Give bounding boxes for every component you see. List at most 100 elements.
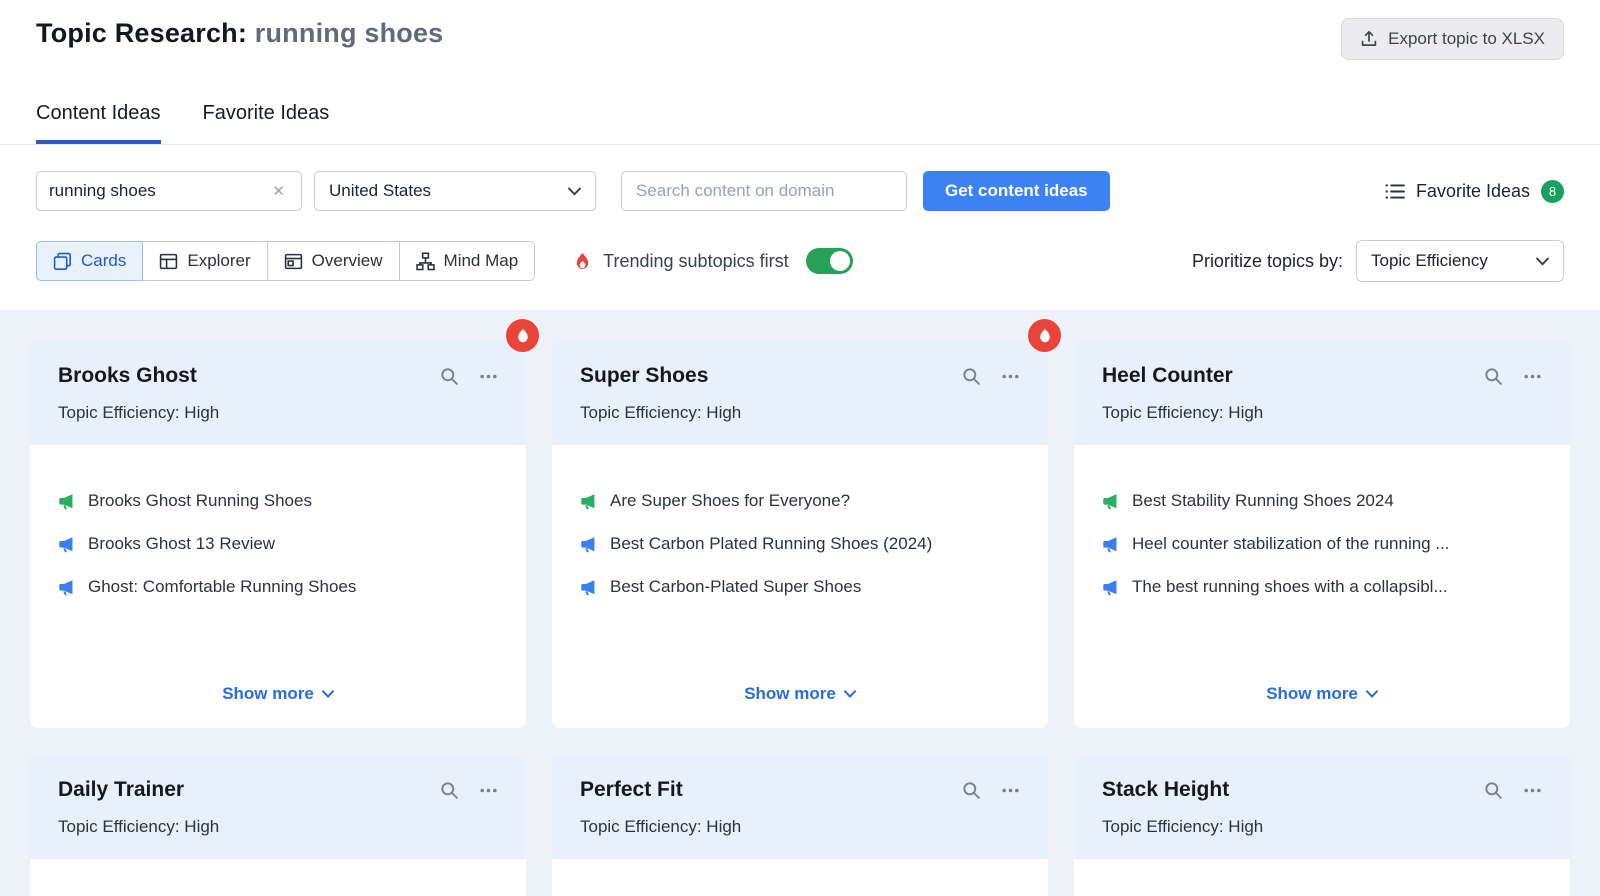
view-overview-label: Overview (311, 251, 383, 270)
idea-text: Ghost: Comfortable Running Shoes (88, 577, 357, 596)
card-more-icon[interactable] (479, 781, 498, 800)
card-body: Are Super Shoes for Everyone? Best Carbo… (552, 445, 1048, 728)
card-more-icon[interactable] (1001, 367, 1020, 386)
card-efficiency: Topic Efficiency: High (58, 403, 220, 422)
idea-item[interactable]: Brooks Ghost Running Shoes (58, 491, 498, 511)
card-efficiency: Topic Efficiency: High (580, 817, 742, 836)
flame-icon (576, 252, 589, 269)
card-search-icon[interactable] (440, 367, 459, 386)
idea-item[interactable]: Best Carbon-Plated Super Shoes (580, 577, 1020, 597)
view-overview-button[interactable]: Overview (266, 241, 400, 281)
show-more-button[interactable]: Show more (1266, 684, 1378, 708)
card-grid-area: Brooks Ghost Topic Efficiency: High Broo… (0, 310, 1600, 896)
favorite-ideas-label: Favorite Ideas (1415, 180, 1530, 201)
idea-item[interactable]: Best Stability Running Shoes 2024 (1102, 491, 1542, 511)
megaphone-icon (58, 579, 75, 596)
card-actions (1484, 367, 1542, 386)
explorer-icon (160, 253, 178, 269)
overview-icon (284, 253, 302, 269)
card-efficiency: Topic Efficiency: High (1102, 403, 1264, 422)
export-icon (1360, 30, 1378, 48)
show-more-button[interactable]: Show more (744, 684, 856, 708)
card-more-icon[interactable] (1523, 367, 1542, 386)
idea-text: The best running shoes with a collapsibl… (1132, 577, 1448, 596)
card-item-list: Best Stability Running Shoes 2024 Heel c… (1102, 491, 1542, 597)
topic-card: Perfect Fit Topic Efficiency: High (552, 754, 1048, 896)
view-cards-label: Cards (81, 251, 127, 270)
idea-text: Best Carbon Plated Running Shoes (2024) (610, 534, 933, 553)
idea-item[interactable]: The best running shoes with a collapsibl… (1102, 577, 1542, 597)
favorite-ideas-button[interactable]: Favorite Ideas 8 (1384, 179, 1564, 203)
card-body: Best Stability Running Shoes 2024 Heel c… (1074, 445, 1570, 728)
topic-card: Stack Height Topic Efficiency: High (1074, 754, 1570, 896)
idea-text: Brooks Ghost Running Shoes (88, 491, 312, 510)
topic-query-field[interactable]: ✕ (36, 171, 302, 211)
view-explorer-button[interactable]: Explorer (142, 241, 268, 281)
card-more-icon[interactable] (479, 367, 498, 386)
card-header: Super Shoes Topic Efficiency: High (552, 340, 1048, 445)
domain-search-field[interactable] (621, 171, 907, 211)
card-actions (962, 781, 1020, 800)
megaphone-icon (580, 536, 597, 553)
card-body (30, 859, 526, 896)
chevron-down-icon (321, 690, 334, 698)
card-search-icon[interactable] (440, 781, 459, 800)
show-more-label: Show more (744, 684, 836, 703)
show-more-button[interactable]: Show more (222, 684, 334, 708)
search-row: ✕ United States Get content ideas Favori… (0, 171, 1600, 211)
card-more-icon[interactable] (1001, 781, 1020, 800)
domain-search-input[interactable] (636, 181, 892, 201)
get-content-ideas-button[interactable]: Get content ideas (923, 171, 1110, 211)
trending-badge (506, 319, 539, 352)
idea-item[interactable]: Brooks Ghost 13 Review (58, 534, 498, 554)
view-toolbar: Cards Explorer Overview Mind Map Trendin… (0, 240, 1600, 282)
card-title: Daily Trainer (58, 778, 185, 801)
card-more-icon[interactable] (1523, 781, 1542, 800)
megaphone-icon (1102, 493, 1119, 510)
card-search-icon[interactable] (962, 367, 981, 386)
page-title-prefix: Topic Research: (36, 18, 248, 48)
idea-text: Brooks Ghost 13 Review (88, 534, 276, 553)
card-title: Brooks Ghost (58, 364, 197, 387)
prioritize-select[interactable]: Topic Efficiency (1356, 240, 1564, 282)
chevron-down-icon (1365, 690, 1378, 698)
export-xlsx-button[interactable]: Export topic to XLSX (1341, 18, 1564, 60)
page-title: Topic Research: running shoes (36, 18, 443, 49)
view-cards-button[interactable]: Cards (36, 241, 144, 281)
idea-item[interactable]: Are Super Shoes for Everyone? (580, 491, 1020, 511)
card-body (552, 859, 1048, 896)
trending-subtopics-control: Trending subtopics first (573, 248, 853, 274)
country-select[interactable]: United States (314, 171, 596, 211)
card-title: Stack Height (1102, 778, 1230, 801)
list-icon (1385, 183, 1405, 199)
show-more-label: Show more (1266, 684, 1358, 703)
tab-favorite-ideas[interactable]: Favorite Ideas (203, 102, 330, 144)
clear-query-icon[interactable]: ✕ (268, 180, 289, 202)
topbar: Topic Research: running shoes Export top… (0, 0, 1600, 60)
card-body: Brooks Ghost Running Shoes Brooks Ghost … (30, 445, 526, 728)
idea-text: Are Super Shoes for Everyone? (610, 491, 851, 510)
tab-content-ideas[interactable]: Content Ideas (36, 102, 161, 144)
trending-toggle[interactable] (805, 248, 853, 274)
card-header: Perfect Fit Topic Efficiency: High (552, 754, 1048, 859)
megaphone-icon (580, 493, 597, 510)
card-search-icon[interactable] (962, 781, 981, 800)
show-more-label: Show more (222, 684, 314, 703)
flame-icon (1039, 328, 1050, 342)
prioritize-control: Prioritize topics by: Topic Efficiency (1192, 240, 1564, 282)
card-search-icon[interactable] (1484, 367, 1503, 386)
idea-item[interactable]: Heel counter stabilization of the runnin… (1102, 534, 1542, 554)
topic-card: Daily Trainer Topic Efficiency: High (30, 754, 526, 896)
topic-query-input[interactable] (49, 181, 249, 201)
prioritize-label: Prioritize topics by: (1191, 250, 1343, 271)
idea-item[interactable]: Ghost: Comfortable Running Shoes (58, 577, 498, 597)
idea-item[interactable]: Best Carbon Plated Running Shoes (2024) (580, 534, 1020, 554)
card-search-icon[interactable] (1484, 781, 1503, 800)
cards-icon (53, 252, 71, 270)
flame-icon (517, 328, 528, 342)
chevron-down-icon (843, 690, 856, 698)
mind-map-icon (415, 251, 435, 270)
view-mindmap-button[interactable]: Mind Map (398, 241, 536, 281)
page-title-query: running shoes (254, 18, 444, 48)
megaphone-icon (580, 579, 597, 596)
